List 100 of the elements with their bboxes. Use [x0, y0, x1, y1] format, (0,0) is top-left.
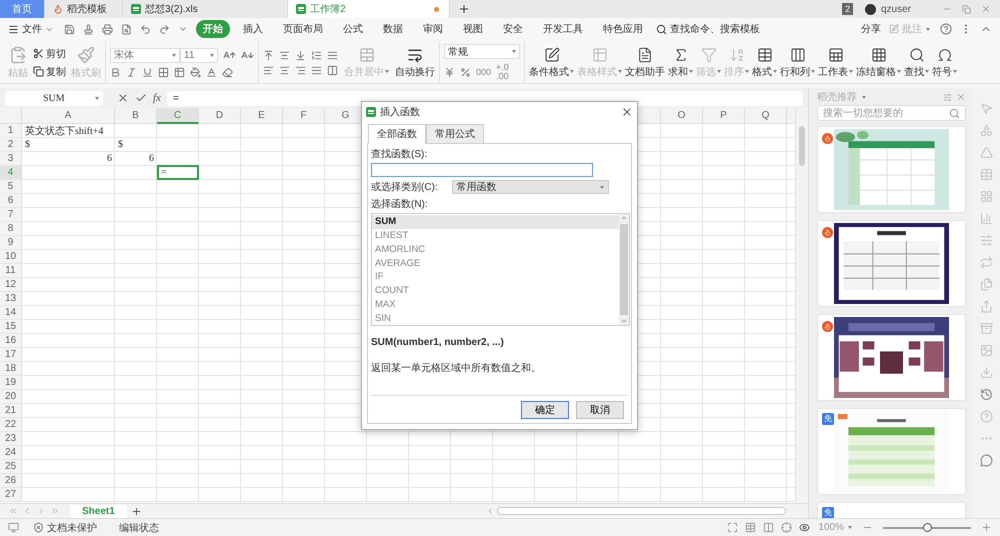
- dialog-tab[interactable]: 全部函数: [368, 124, 426, 144]
- dialog-tab[interactable]: 常用公式: [426, 124, 484, 144]
- sliders-icon[interactable]: [980, 234, 992, 247]
- template-card[interactable]: [817, 220, 966, 307]
- ribbon-tab[interactable]: 数据: [376, 20, 410, 38]
- copy-button[interactable]: 复制: [46, 64, 66, 78]
- scroll-left-icon[interactable]: [486, 507, 494, 515]
- column-header[interactable]: E: [241, 108, 283, 124]
- document-icon[interactable]: [637, 46, 653, 62]
- number-format-select[interactable]: 常规: [444, 44, 520, 59]
- ribbon-tab[interactable]: 页面布局: [276, 20, 330, 38]
- scroll-down-icon[interactable]: [620, 317, 628, 325]
- cancel-button[interactable]: 取消: [576, 401, 624, 419]
- columns-icon[interactable]: [790, 46, 806, 62]
- thousands-button[interactable]: 000: [476, 68, 492, 76]
- row-header[interactable]: 9: [0, 236, 22, 250]
- category-select[interactable]: 常用函数: [452, 180, 609, 194]
- pen-icon[interactable]: [889, 24, 899, 34]
- row-header[interactable]: 1: [0, 124, 22, 138]
- row-header[interactable]: 27: [0, 488, 22, 502]
- column-header[interactable]: P: [703, 108, 745, 124]
- freeze-panes-button[interactable]: 冻结窗格: [856, 46, 901, 78]
- underline-icon[interactable]: [142, 66, 153, 78]
- align-bottom-icon[interactable]: [295, 50, 306, 60]
- omega-icon[interactable]: [936, 46, 952, 62]
- ribbon-tab[interactable]: 公式: [336, 20, 370, 38]
- command-search[interactable]: 查找命令、搜索模板: [670, 22, 760, 36]
- grid-icon[interactable]: [870, 46, 886, 62]
- distribute-icon[interactable]: [327, 64, 338, 76]
- column-header[interactable]: Q: [745, 108, 787, 124]
- template-card[interactable]: [817, 314, 966, 401]
- fill-color-icon[interactable]: [190, 66, 201, 78]
- eye-icon[interactable]: [799, 522, 810, 533]
- template-card[interactable]: 免: [817, 408, 966, 495]
- vertical-scrollbar[interactable]: [795, 108, 808, 503]
- wrap-text-icon[interactable]: [407, 46, 423, 62]
- increase-indent-icon[interactable]: [327, 50, 338, 60]
- row-header[interactable]: 17: [0, 348, 22, 362]
- page-view-icon[interactable]: [763, 522, 774, 533]
- fullscreen-icon[interactable]: [727, 522, 738, 533]
- ribbon-tab[interactable]: 审阅: [416, 20, 450, 38]
- sum-button[interactable]: 求和: [668, 46, 693, 78]
- bold-icon[interactable]: [110, 66, 121, 78]
- wrap-text-button[interactable]: 自动换行: [395, 46, 435, 78]
- new-tab-icon[interactable]: [458, 3, 470, 15]
- ribbon-tab[interactable]: 安全: [496, 20, 530, 38]
- decrease-indent-icon[interactable]: [311, 50, 322, 60]
- function-item[interactable]: MAX: [372, 298, 619, 312]
- document-tab[interactable]: 工作簿2: [288, 0, 450, 18]
- print-icon[interactable]: [102, 24, 113, 34]
- column-header[interactable]: B: [115, 108, 157, 124]
- document-assistant-button[interactable]: 文档助手: [625, 46, 665, 78]
- scroll-up-icon[interactable]: [620, 214, 628, 222]
- worksheet-button[interactable]: 工作表: [818, 46, 853, 78]
- row-header[interactable]: 25: [0, 460, 22, 474]
- template-search-field[interactable]: 搜索一切您想要的: [817, 105, 966, 121]
- row-header[interactable]: 6: [0, 194, 22, 208]
- currency-icon[interactable]: [444, 66, 455, 78]
- edit-table-icon[interactable]: [544, 46, 560, 62]
- scissors-icon[interactable]: [33, 48, 44, 59]
- file-menu[interactable]: 文件: [22, 22, 42, 36]
- row-header[interactable]: 4: [0, 166, 22, 180]
- row-header[interactable]: 13: [0, 292, 22, 306]
- italic-icon[interactable]: [126, 66, 137, 78]
- add-sheet-icon[interactable]: [130, 506, 142, 516]
- zoom-in-icon[interactable]: [981, 522, 992, 533]
- rows-columns-button[interactable]: 行和列: [780, 46, 815, 78]
- row-header[interactable]: 3: [0, 152, 22, 166]
- row-header[interactable]: 5: [0, 180, 22, 194]
- ribbon-tab[interactable]: 开始: [196, 20, 230, 38]
- row-header[interactable]: 7: [0, 208, 22, 222]
- row-header[interactable]: 21: [0, 404, 22, 418]
- crosshair-icon[interactable]: [781, 522, 792, 533]
- font-color-icon[interactable]: [206, 66, 217, 78]
- row-header[interactable]: 22: [0, 418, 22, 432]
- help-icon[interactable]: [940, 23, 952, 35]
- function-item[interactable]: AVERAGE: [372, 256, 619, 270]
- undo-icon[interactable]: [140, 24, 151, 34]
- increase-decimal-button[interactable]: +.0: [496, 63, 509, 72]
- row-header[interactable]: 16: [0, 334, 22, 348]
- symbol-button[interactable]: 符号: [932, 46, 957, 78]
- insert-function-button[interactable]: fx: [153, 92, 161, 104]
- sheet-tab[interactable]: Sheet1: [70, 504, 127, 518]
- row-header[interactable]: 20: [0, 390, 22, 404]
- stamp-icon[interactable]: [83, 24, 94, 34]
- normal-view-icon[interactable]: [745, 522, 756, 533]
- share-button[interactable]: 分享: [861, 22, 881, 36]
- list-scrollbar[interactable]: [620, 224, 628, 315]
- font-size-select[interactable]: 11: [180, 48, 218, 62]
- search-icon[interactable]: [656, 24, 667, 34]
- ok-button[interactable]: 确定: [521, 401, 569, 419]
- function-item[interactable]: SUM: [372, 215, 619, 229]
- ribbon-tab[interactable]: 开发工具: [536, 20, 590, 38]
- cell-style-icon[interactable]: [174, 66, 185, 78]
- align-middle-icon[interactable]: [279, 50, 290, 60]
- align-center-icon[interactable]: [279, 64, 290, 76]
- copy-icon[interactable]: [33, 66, 44, 77]
- column-header[interactable]: A: [22, 108, 115, 124]
- borders-icon[interactable]: [158, 66, 169, 78]
- search-icon[interactable]: [908, 46, 924, 62]
